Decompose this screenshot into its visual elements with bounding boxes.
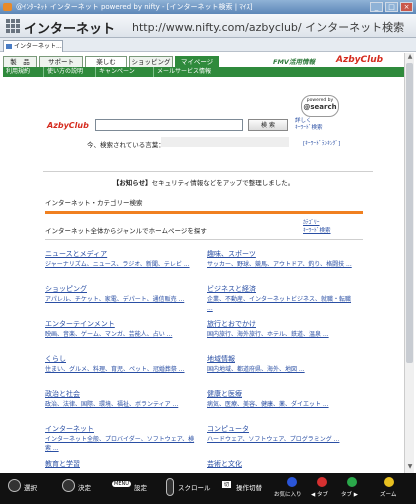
azby-logo[interactable]: AzbyClub [336,55,383,66]
category-item: くらし 住まい、グルメ、料理、育児、ペット、冠婚葬祭 ... [45,355,185,373]
category-item: ビジネスと経済 企業、不動産、インターネットビジネス、就職・転職 ... [207,285,352,312]
category-item: 趣味、スポーツ サッカー、野球、競馬、アウトドア、釣り、格闘技 ... [207,250,352,268]
browser-tab[interactable]: インターネット... [3,40,63,52]
scroll-thumb[interactable] [406,63,413,363]
notice-text[interactable]: セキュリティ情報などをアップで整理しました。 [152,179,295,187]
category-item: ショッピング アパレル、チケット、家電、デパート、通信販売 ... [45,285,185,303]
vertical-scrollbar[interactable]: ▲ ▼ [404,53,414,473]
menu-grid-icon[interactable] [6,19,20,33]
powered-by-badge: powered by @search [301,95,339,117]
nav-mypage[interactable]: マイページ [175,56,219,67]
minimize-icon[interactable]: _ [370,2,383,12]
current-search-terms [161,137,289,147]
green-button-icon [347,477,357,487]
category-item: コンピュータ ハードウェア、ソフトウェア、プログラミング ... [207,425,340,443]
scroll-up-icon[interactable]: ▲ [406,53,414,61]
window-titlebar: @ｲﾝﾀｰﾈｯﾄ インターネット powered by nifty - [インタ… [0,0,416,14]
yellow-button-icon [384,477,394,487]
category-item: インターネット インターネット全般、プロバイダー、ソフトウェア、検索 ... [45,425,195,452]
close-icon[interactable]: × [400,2,413,12]
site-nav: 製 品 サポート 楽しむ ショッピング マイページ FMV活用情報 AzbyCl… [3,55,404,67]
menu-button-icon: MENU [112,481,131,487]
address-brand: インターネット [24,22,116,37]
search-box: powered by @search AzbyClub 検 索 詳しく ｷｰﾜｰ… [43,93,373,173]
search-help-link[interactable]: 詳しく [295,118,323,125]
maximize-icon[interactable]: □ [385,2,398,12]
search-button[interactable]: 検 索 [248,119,288,131]
subnav-howto[interactable]: 使い方の説明 [43,67,86,77]
subnav-campaign[interactable]: キャンペーン [95,67,138,77]
notice: 【お知らせ】セキュリティ情報などをアップで整理しました。 [3,177,404,187]
window-title: @ｲﾝﾀｰﾈｯﾄ インターネット powered by nifty - [インタ… [16,3,253,11]
nav-products[interactable]: 製 品 [3,56,37,67]
category-item: 地域情報 国内地域、都道府県、海外、地図 ... [207,355,305,373]
current-search-label: 今、検索されている言葉： [87,141,165,149]
orange-rule [45,211,363,214]
sub-nav: 利用規約 使い方の説明 キャンペーン メールサービス情報 [3,67,404,77]
window-controls: _ □ × [370,2,413,12]
search-links: 詳しく ｷｰﾜｰﾄﾞ検索 [295,118,323,132]
keyword-ranking-link[interactable]: [ｷｰﾜｰﾄﾞﾗﾝｷﾝｸﾞ] [303,139,340,147]
category-item: 旅行とおでかけ 国内旅行、海外旅行、ホテル、鉄道、温泉 ... [207,320,329,338]
blue-button-icon [287,477,297,487]
browser-tab-row: インターネット... [0,38,416,52]
keyword-search-link[interactable]: ｷｰﾜｰﾄﾞ検索 [295,125,323,132]
app-icon [3,3,12,11]
switch-button-icon: 切 [222,481,232,488]
address-bar: インターネット http://www.nifty.com/azbyclub/ イ… [0,14,416,38]
url-field[interactable]: http://www.nifty.com/azbyclub/ インターネット検索 [132,19,404,35]
notice-prefix: 【お知らせ】 [112,179,152,187]
category-intro: インターネット全体からジャンルでホームページを探す [45,227,207,235]
category-keyword-link[interactable]: ｷｰﾜｰﾄﾞ検索 [303,227,331,235]
divider [45,239,363,240]
search-input[interactable] [95,119,243,131]
subnav-mail-info[interactable]: メールサービス情報 [153,67,214,77]
search-logo: AzbyClub [47,121,89,130]
category-item: 芸術と文化 [207,460,242,468]
dpad-icon [8,479,21,492]
category-link[interactable]: ｶﾃｺﾞﾘｰ [303,219,331,227]
scroll-down-icon[interactable]: ▼ [406,463,414,471]
web-page: 製 品 サポート 楽しむ ショッピング マイページ FMV活用情報 AzbyCl… [3,53,404,473]
nav-support[interactable]: サポート [39,56,83,67]
divider [43,171,373,172]
category-item: ニュースとメディア ジャーナリズム、ニュース、ラジオ、新聞、テレビ ... [45,250,190,268]
subnav-terms[interactable]: 利用規約 [3,67,33,77]
category-item: 教育と学習 [45,460,80,468]
category-item: エンターテインメント 映画、音楽、ゲーム、マンガ、芸能人、占い ... [45,320,173,338]
category-heading: インターネット・カテゴリー検索 [45,199,143,207]
category-item: 健康と医療 病気、医療、美容、健康、薬、ダイエット ... [207,390,329,408]
red-button-icon [317,477,327,487]
scroll-wheel-icon [166,478,174,496]
nav-shopping[interactable]: ショッピング [129,56,173,67]
remote-control-bar: 選択 決定 MENU 設定 スクロール 切 操作切替 お気に入り ◀ タブ タブ… [0,473,416,504]
category-top-links: ｶﾃｺﾞﾘｰ ｷｰﾜｰﾄﾞ検索 [303,219,331,235]
dpad-center-icon [62,479,75,492]
category-item: 政治と社会 政治、法律、国際、環境、福祉、ボランティア ... [45,390,179,408]
nav-enjoy[interactable]: 楽しむ [85,56,127,67]
